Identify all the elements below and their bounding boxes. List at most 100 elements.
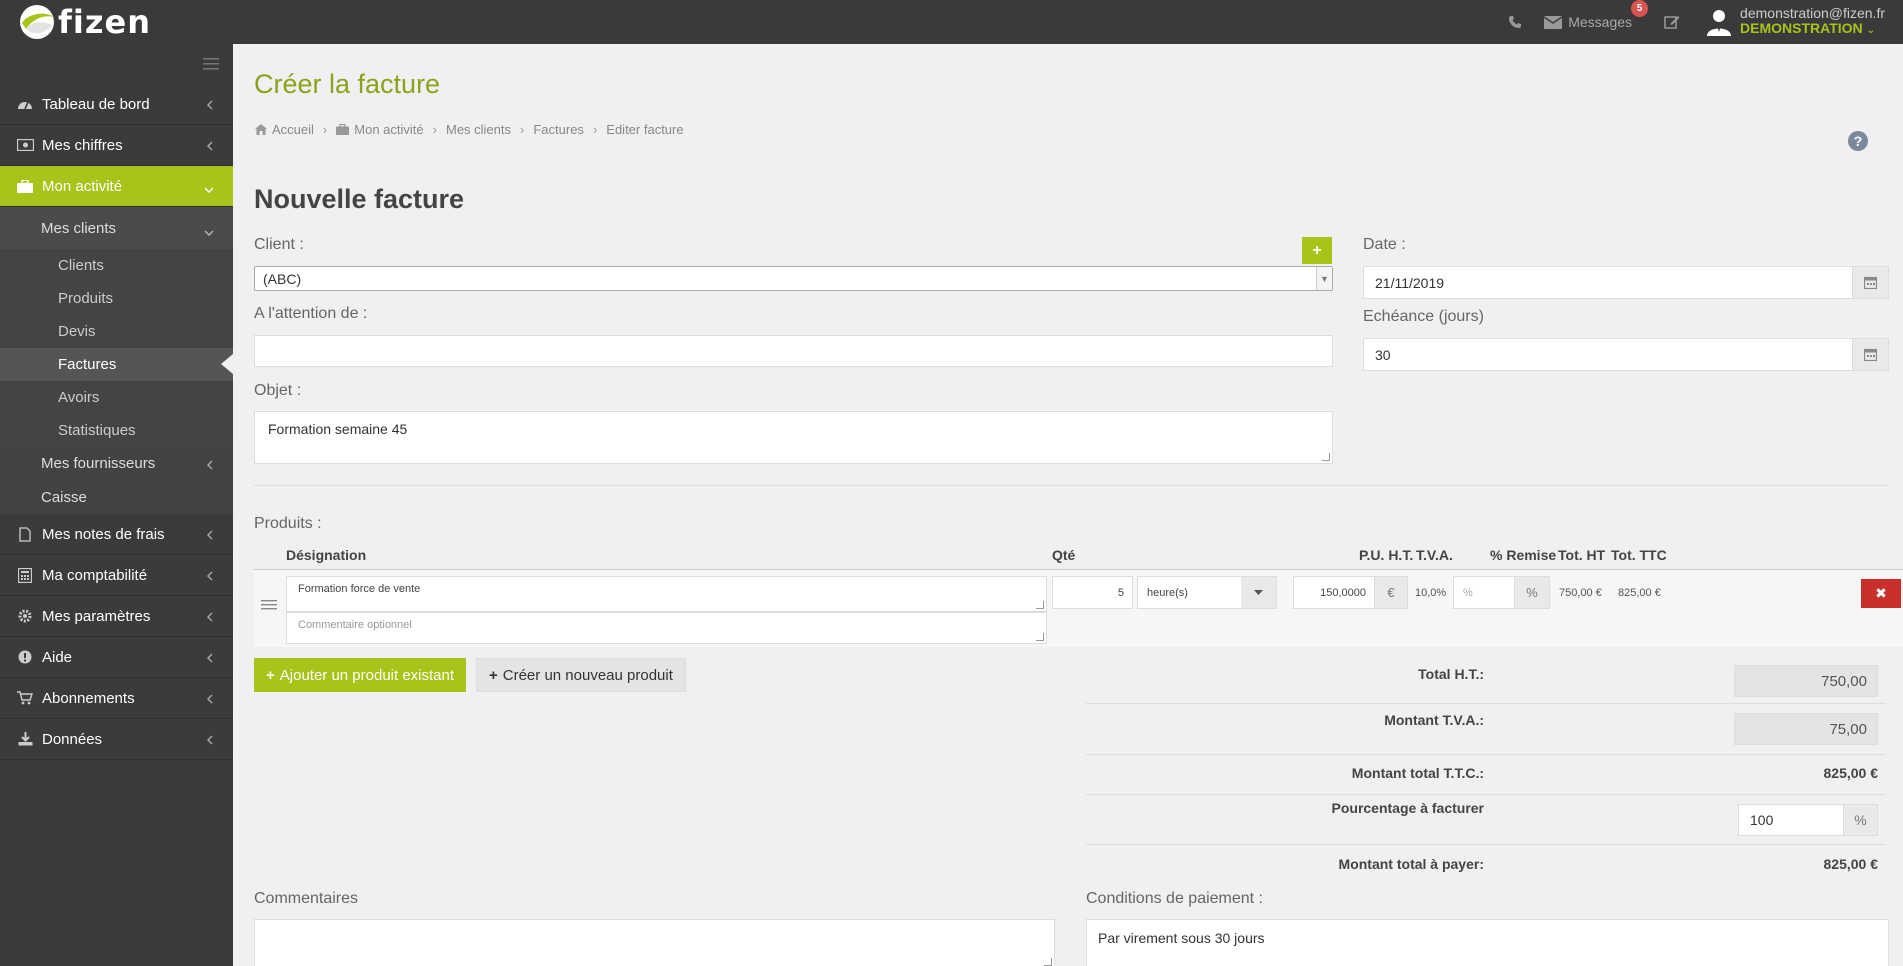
calendar-icon — [1864, 348, 1877, 361]
remise-input[interactable]: % — [1453, 576, 1515, 609]
resize-handle-icon[interactable] — [1044, 958, 1052, 966]
total-ht-label: Total H.T.: — [1418, 666, 1484, 682]
main-content: Créer la facture Accueil › Mon activité … — [233, 44, 1903, 966]
download-icon — [16, 732, 34, 746]
sidebar-item-avoirs[interactable]: Avoirs — [0, 381, 233, 414]
add-client-button[interactable]: + — [1302, 237, 1332, 264]
sidebar-item-devis[interactable]: Devis — [0, 315, 233, 348]
tot-ttc-value: 825,00 € — [1618, 587, 1661, 599]
sidebar-item-mes-fournisseurs[interactable]: Mes fournisseurs — [0, 447, 233, 480]
user-email: demonstration@fizen.fr — [1740, 5, 1885, 21]
sidebar-item-tableau-de-bord[interactable]: Tableau de bord — [0, 84, 233, 125]
sidebar-item-ma-comptabilite[interactable]: Ma comptabilité — [0, 555, 233, 596]
sidebar-item-clients[interactable]: Clients — [0, 249, 233, 282]
breadcrumb-editer-facture: Editer facture — [606, 122, 684, 137]
chevron-left-icon — [206, 97, 213, 114]
breadcrumb-mon-activite[interactable]: Mon activité — [336, 122, 424, 137]
sidebar-toggle[interactable] — [0, 44, 233, 84]
sidebar-item-abonnements[interactable]: Abonnements — [0, 678, 233, 719]
col-remise: % Remise — [1490, 547, 1557, 563]
client-label: Client : — [254, 236, 304, 253]
user-menu[interactable]: demonstration@fizen.fr DEMONSTRATION ⌄ — [1706, 6, 1885, 38]
chevron-down-icon — [204, 181, 214, 198]
messages-button[interactable]: Messages 5 — [1544, 0, 1649, 30]
chevron-left-icon — [206, 568, 213, 585]
divider — [254, 485, 1889, 486]
edit-button[interactable] — [1664, 14, 1680, 30]
echeance-calendar-button[interactable] — [1852, 338, 1889, 371]
attention-input[interactable] — [254, 335, 1333, 367]
delete-row-button[interactable]: ✖ — [1861, 579, 1901, 608]
sidebar-item-label: Mon activité — [42, 177, 123, 195]
breadcrumb-separator: › — [592, 122, 598, 137]
date-input[interactable]: 21/11/2019 — [1363, 266, 1853, 299]
echeance-input[interactable]: 30 — [1363, 338, 1853, 371]
client-select[interactable]: (ABC) ▼ — [254, 266, 1333, 291]
plus-icon: + — [1312, 241, 1322, 259]
sidebar-item-factures[interactable]: Factures — [0, 348, 233, 381]
drag-handle-icon[interactable] — [261, 600, 277, 610]
tot-ht-value: 750,00 € — [1559, 587, 1602, 599]
breadcrumb-factures[interactable]: Factures — [533, 122, 584, 137]
chevron-left-icon — [206, 138, 213, 155]
sidebar-item-label: Mes paramètres — [42, 607, 151, 625]
resize-handle-icon[interactable] — [1036, 633, 1044, 641]
create-new-product-button[interactable]: + Créer un nouveau produit — [476, 658, 686, 692]
plus-icon: + — [266, 666, 275, 684]
montant-ttc-label: Montant total T.T.C.: — [1351, 765, 1484, 781]
sidebar-item-mes-parametres[interactable]: Mes paramètres — [0, 596, 233, 637]
breadcrumb-home[interactable]: Accueil — [255, 122, 314, 137]
resize-handle-icon[interactable] — [1036, 601, 1044, 609]
sidebar-item-aide[interactable]: Aide — [0, 637, 233, 678]
sidebar-item-statistiques[interactable]: Statistiques — [0, 414, 233, 447]
comment-input[interactable]: Commentaire optionnel — [286, 612, 1047, 644]
sidebar-item-produits[interactable]: Produits — [0, 282, 233, 315]
section-title: Nouvelle facture — [254, 184, 465, 214]
pourcentage-input[interactable]: 100 — [1738, 804, 1844, 836]
sidebar-item-label: Mes fournisseurs — [41, 455, 156, 472]
conditions-textarea[interactable]: Par virement sous 30 jours — [1086, 919, 1889, 966]
breadcrumb-separator: › — [432, 122, 437, 137]
caret-down-icon — [1241, 577, 1276, 608]
breadcrumb-mes-clients[interactable]: Mes clients — [446, 122, 511, 137]
dropdown-arrow-icon: ▼ — [1316, 267, 1332, 290]
sidebar-item-mon-activite[interactable]: Mon activité — [0, 166, 233, 207]
sidebar-item-mes-notes-de-frais[interactable]: Mes notes de frais — [0, 514, 233, 555]
sidebar-item-label: Mes chiffres — [42, 136, 123, 154]
date-calendar-button[interactable] — [1852, 266, 1889, 299]
designation-input[interactable]: Formation force de vente — [286, 576, 1047, 612]
conditions-label: Conditions de paiement : — [1086, 890, 1263, 907]
col-tva: T.V.A. — [1416, 547, 1453, 563]
resize-handle-icon[interactable] — [1322, 453, 1330, 461]
commentaires-textarea[interactable] — [254, 919, 1055, 966]
envelope-icon — [1544, 15, 1563, 29]
close-icon: ✖ — [1875, 585, 1887, 601]
unit-price-input[interactable]: 150,0000 — [1293, 576, 1375, 609]
help-icon[interactable]: ? — [1848, 131, 1868, 151]
quantity-input[interactable]: 5 — [1052, 576, 1133, 609]
chevron-left-icon — [206, 691, 213, 708]
file-icon — [16, 526, 34, 542]
unit-select[interactable]: heure(s) — [1137, 576, 1277, 609]
breadcrumb-separator: › — [322, 122, 328, 137]
tva-value: 10,0% — [1415, 587, 1447, 599]
echeance-label: Echéance (jours) — [1363, 308, 1484, 325]
chevron-left-icon — [206, 650, 213, 667]
col-tot-ht: Tot. HT — [1558, 547, 1606, 563]
objet-textarea[interactable]: Formation semaine 45 — [254, 411, 1333, 464]
sidebar-item-caisse[interactable]: Caisse — [0, 480, 233, 514]
phone-button[interactable] — [1508, 15, 1522, 29]
commentaires-label: Commentaires — [254, 890, 359, 907]
sidebar-item-mes-chiffres[interactable]: Mes chiffres — [0, 125, 233, 166]
objet-label: Objet : — [254, 382, 302, 399]
sidebar-item-donnees[interactable]: Données — [0, 719, 233, 760]
sidebar-item-label: Abonnements — [42, 689, 135, 707]
chevron-left-icon — [206, 732, 213, 749]
sidebar-item-mes-clients[interactable]: Mes clients — [0, 207, 233, 249]
add-existing-product-button[interactable]: + Ajouter un produit existant — [254, 658, 467, 692]
cart-icon — [16, 691, 34, 705]
brand-logo[interactable]: fizen — [18, 2, 151, 42]
top-bar: fizen Messages 5 demonstration@fizen.fr … — [0, 0, 1903, 44]
chevron-down-icon — [204, 224, 214, 241]
calendar-icon — [1864, 276, 1877, 289]
